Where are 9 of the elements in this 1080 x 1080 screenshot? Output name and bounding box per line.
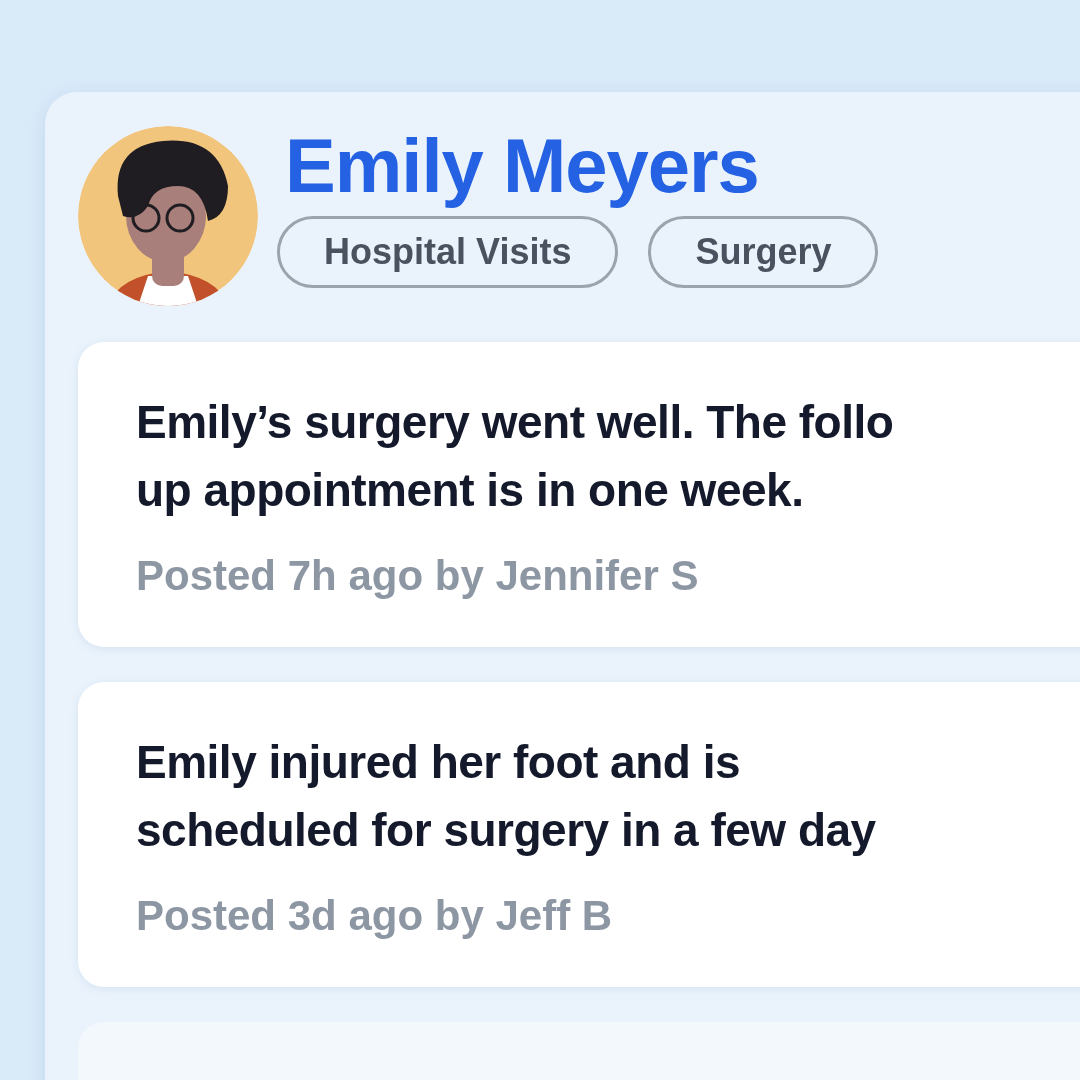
post-text-line: Emily injured her foot and is: [136, 735, 742, 790]
tag-chip[interactable]: Hospital Visits: [277, 216, 619, 288]
post-meta: Posted 7h ago by Jennifer S: [136, 551, 700, 601]
post-text-line: up appointment is in one week.: [136, 463, 805, 518]
avatar-icon: [78, 126, 258, 306]
post-text-line: Emily’s surgery went well. The follo: [136, 395, 895, 450]
tag-chip[interactable]: Surgery: [648, 216, 879, 288]
post-text-line: scheduled for surgery in a few day: [136, 803, 877, 858]
post-meta: Posted 3d ago by Jeff B: [136, 891, 614, 941]
